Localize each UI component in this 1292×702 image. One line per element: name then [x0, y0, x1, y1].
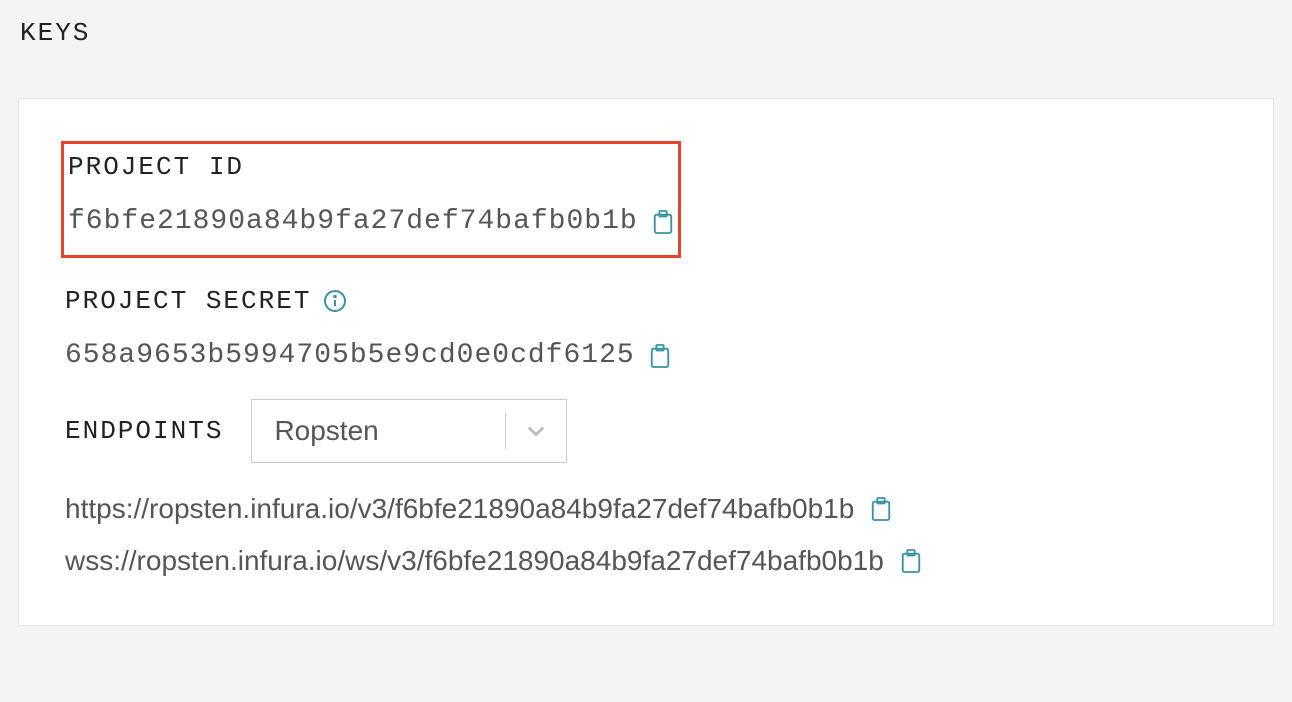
- chevron-down-icon: [506, 420, 566, 442]
- project-secret-block: PROJECT SECRET 658a9653b5994705b5e9cd0e0…: [65, 286, 1227, 371]
- clipboard-icon[interactable]: [649, 343, 671, 369]
- info-icon[interactable]: [323, 289, 347, 313]
- project-secret-value: 658a9653b5994705b5e9cd0e0cdf6125: [65, 340, 635, 371]
- project-id-highlight: PROJECT ID f6bfe21890a84b9fa27def74bafb0…: [61, 141, 681, 258]
- endpoint-wss-row: wss://ropsten.infura.io/ws/v3/f6bfe21890…: [65, 545, 1227, 577]
- project-id-label: PROJECT ID: [68, 152, 674, 182]
- keys-card: PROJECT ID f6bfe21890a84b9fa27def74bafb0…: [18, 98, 1274, 626]
- clipboard-icon[interactable]: [900, 548, 922, 574]
- project-id-row: f6bfe21890a84b9fa27def74bafb0b1b: [68, 206, 674, 237]
- endpoints-row: ENDPOINTS Ropsten: [65, 399, 1227, 463]
- endpoints-label: ENDPOINTS: [65, 416, 223, 446]
- endpoint-wss-url: wss://ropsten.infura.io/ws/v3/f6bfe21890…: [65, 545, 884, 577]
- endpoints-select-value: Ropsten: [252, 415, 505, 447]
- endpoints-select[interactable]: Ropsten: [251, 399, 567, 463]
- endpoint-http-row: https://ropsten.infura.io/v3/f6bfe21890a…: [65, 493, 1227, 525]
- clipboard-icon[interactable]: [870, 496, 892, 522]
- project-secret-label: PROJECT SECRET: [65, 286, 1227, 316]
- project-secret-row: 658a9653b5994705b5e9cd0e0cdf6125: [65, 340, 1227, 371]
- section-title: KEYS: [20, 18, 1274, 48]
- project-secret-label-text: PROJECT SECRET: [65, 286, 311, 316]
- clipboard-icon[interactable]: [652, 209, 674, 235]
- endpoint-http-url: https://ropsten.infura.io/v3/f6bfe21890a…: [65, 493, 854, 525]
- project-id-value: f6bfe21890a84b9fa27def74bafb0b1b: [68, 206, 638, 237]
